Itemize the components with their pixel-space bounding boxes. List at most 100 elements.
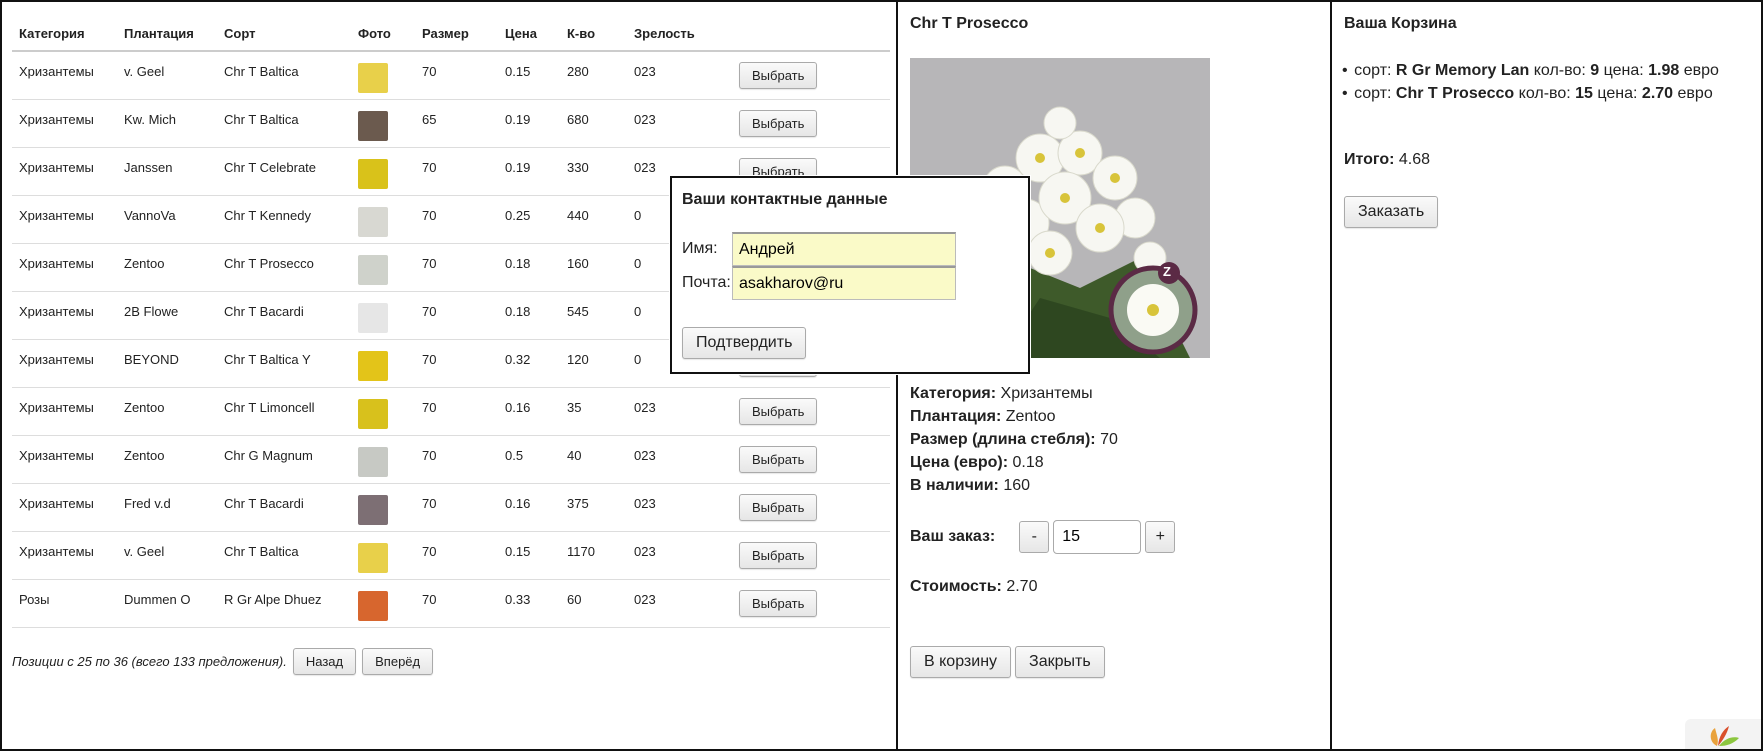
cart-item-price-label: цена: [1597, 85, 1638, 102]
flower-thumbnail[interactable] [358, 351, 388, 381]
cell-variety: Chr G Magnum [217, 435, 351, 484]
select-button[interactable]: Выбрать [739, 398, 818, 425]
cell-size: 70 [415, 243, 498, 292]
cell-size: 70 [415, 291, 498, 340]
flower-thumbnail[interactable] [358, 399, 388, 429]
product-detail-pane: Chr T Prosecco Z Категория: Хризантемы П… [896, 0, 1332, 751]
cell-variety: Chr T Bacardi [217, 291, 351, 340]
next-page-button[interactable]: Вперёд [362, 648, 434, 675]
order-quantity-row: Ваш заказ: - + [910, 520, 1176, 554]
cart-item-currency: евро [1683, 62, 1719, 79]
cell-plantation: Janssen [117, 147, 217, 196]
cell-size: 70 [415, 339, 498, 388]
detail-title: Chr T Prosecco [910, 15, 1029, 32]
cell-photo [351, 435, 415, 484]
cell-price: 0.19 [498, 147, 560, 196]
cart-item-price: 2.70 [1641, 85, 1674, 102]
cell-qty: 375 [560, 483, 627, 532]
contact-dialog: Ваши контактные данные Имя: Почта: Подтв… [670, 176, 1030, 374]
cell-qty: 160 [560, 243, 627, 292]
cell-category: Хризантемы [12, 339, 117, 388]
pagination: Позиции с 25 по 36 (всего 133 предложени… [12, 648, 434, 675]
cart-item: сорт: Chr T Prosecco кол-во: 15 цена: 2.… [1342, 82, 1719, 105]
cell-category: Хризантемы [12, 387, 117, 436]
cart-item-price: 1.98 [1648, 62, 1680, 79]
total-label: Итого: [1344, 151, 1395, 168]
cell-qty: 440 [560, 195, 627, 244]
prev-page-button[interactable]: Назад [292, 648, 357, 675]
pagination-info: Позиции с 25 по 36 (всего 133 предложени… [12, 654, 287, 669]
cell-qty: 35 [560, 387, 627, 436]
cell-category: Хризантемы [12, 195, 117, 244]
flower-thumbnail[interactable] [358, 591, 388, 621]
flower-thumbnail[interactable] [358, 255, 388, 285]
cell-size: 70 [415, 531, 498, 580]
table-row: Хризантемы Zentoo Chr G Magnum 70 0.5 40 023 Вы… [12, 435, 890, 484]
flower-thumbnail[interactable] [358, 543, 388, 573]
cost-value: 2.70 [1006, 578, 1038, 595]
cell-photo [351, 483, 415, 532]
select-button[interactable]: Выбрать [739, 590, 818, 617]
select-button[interactable]: Выбрать [739, 62, 818, 89]
confirm-button[interactable]: Подтвердить [682, 327, 807, 359]
zoom-badge-label: Z [1163, 264, 1171, 279]
cell-ripeness: 023 [627, 579, 725, 628]
table-row: Розы Dummen OR Gr Alpe Dhuez 70 0.33 60 023 Вы… [12, 579, 890, 628]
cell-size: 70 [415, 579, 498, 628]
table-row: Хризантемы Zentoo Chr T Limoncell 70 0.16 35 0… [12, 387, 890, 436]
cart-item-name: Chr T Prosecco [1395, 85, 1515, 102]
cell-photo [351, 531, 415, 580]
select-button[interactable]: Выбрать [739, 110, 818, 137]
cell-action: Выбрать [725, 99, 890, 148]
plantation-label: Плантация: [910, 408, 1002, 425]
quantity-input[interactable] [1053, 520, 1142, 554]
cell-ripeness: 023 [627, 387, 725, 436]
cell-photo [351, 195, 415, 244]
select-button[interactable]: Выбрать [739, 494, 818, 521]
table-row: Хризантемы Fred v.d Chr T Bacardi 70 0.16 375… [12, 483, 890, 532]
decrease-qty-button[interactable]: - [1019, 521, 1050, 553]
select-button[interactable]: Выбрать [739, 446, 818, 473]
flower-thumbnail[interactable] [358, 207, 388, 237]
detail-actions: В корзину Закрыть [910, 646, 1105, 678]
flower-thumbnail[interactable] [358, 63, 388, 93]
flower-thumbnail[interactable] [358, 159, 388, 189]
cell-price: 0.25 [498, 195, 560, 244]
flower-thumbnail[interactable] [358, 495, 388, 525]
flower-thumbnail[interactable] [358, 303, 388, 333]
cell-qty: 120 [560, 339, 627, 388]
plantation-value: Zentoo [1005, 408, 1056, 425]
cell-plantation: Dummen O [117, 579, 217, 628]
cell-size: 70 [415, 195, 498, 244]
add-to-cart-button[interactable]: В корзину [910, 646, 1012, 678]
cell-price: 0.18 [498, 243, 560, 292]
cell-photo [351, 387, 415, 436]
place-order-button[interactable]: Заказать [1344, 196, 1439, 228]
cell-photo [351, 51, 415, 100]
flower-thumbnail[interactable] [358, 111, 388, 141]
name-row: Имя: [682, 232, 956, 266]
cell-plantation: VannoVa [117, 195, 217, 244]
cell-plantation: Zentoo [117, 387, 217, 436]
cell-price: 0.18 [498, 291, 560, 340]
cell-price: 0.15 [498, 51, 560, 100]
cell-variety: Chr T Kennedy [217, 195, 351, 244]
cell-action: Выбрать [725, 483, 890, 532]
cart-item-currency: евро [1677, 85, 1713, 102]
flower-thumbnail[interactable] [358, 447, 388, 477]
name-field[interactable] [732, 232, 956, 266]
cart-item-qty-label: кол-во: [1518, 85, 1571, 102]
increase-qty-button[interactable]: + [1145, 521, 1176, 553]
cell-ripeness: 023 [627, 483, 725, 532]
close-detail-button[interactable]: Закрыть [1015, 646, 1105, 678]
dialog-title: Ваши контактные данные [682, 191, 888, 208]
order-cost: Стоимость: 2.70 [910, 578, 1037, 596]
cell-category: Розы [12, 579, 117, 628]
email-field[interactable] [732, 266, 956, 300]
col-plantation: Плантация [117, 16, 217, 52]
col-size: Размер [415, 16, 498, 52]
cell-action: Выбрать [725, 387, 890, 436]
cell-ripeness: 023 [627, 435, 725, 484]
cart-items: сорт: R Gr Memory Lan кол-во: 9 цена: 1.… [1342, 59, 1719, 105]
select-button[interactable]: Выбрать [739, 542, 818, 569]
